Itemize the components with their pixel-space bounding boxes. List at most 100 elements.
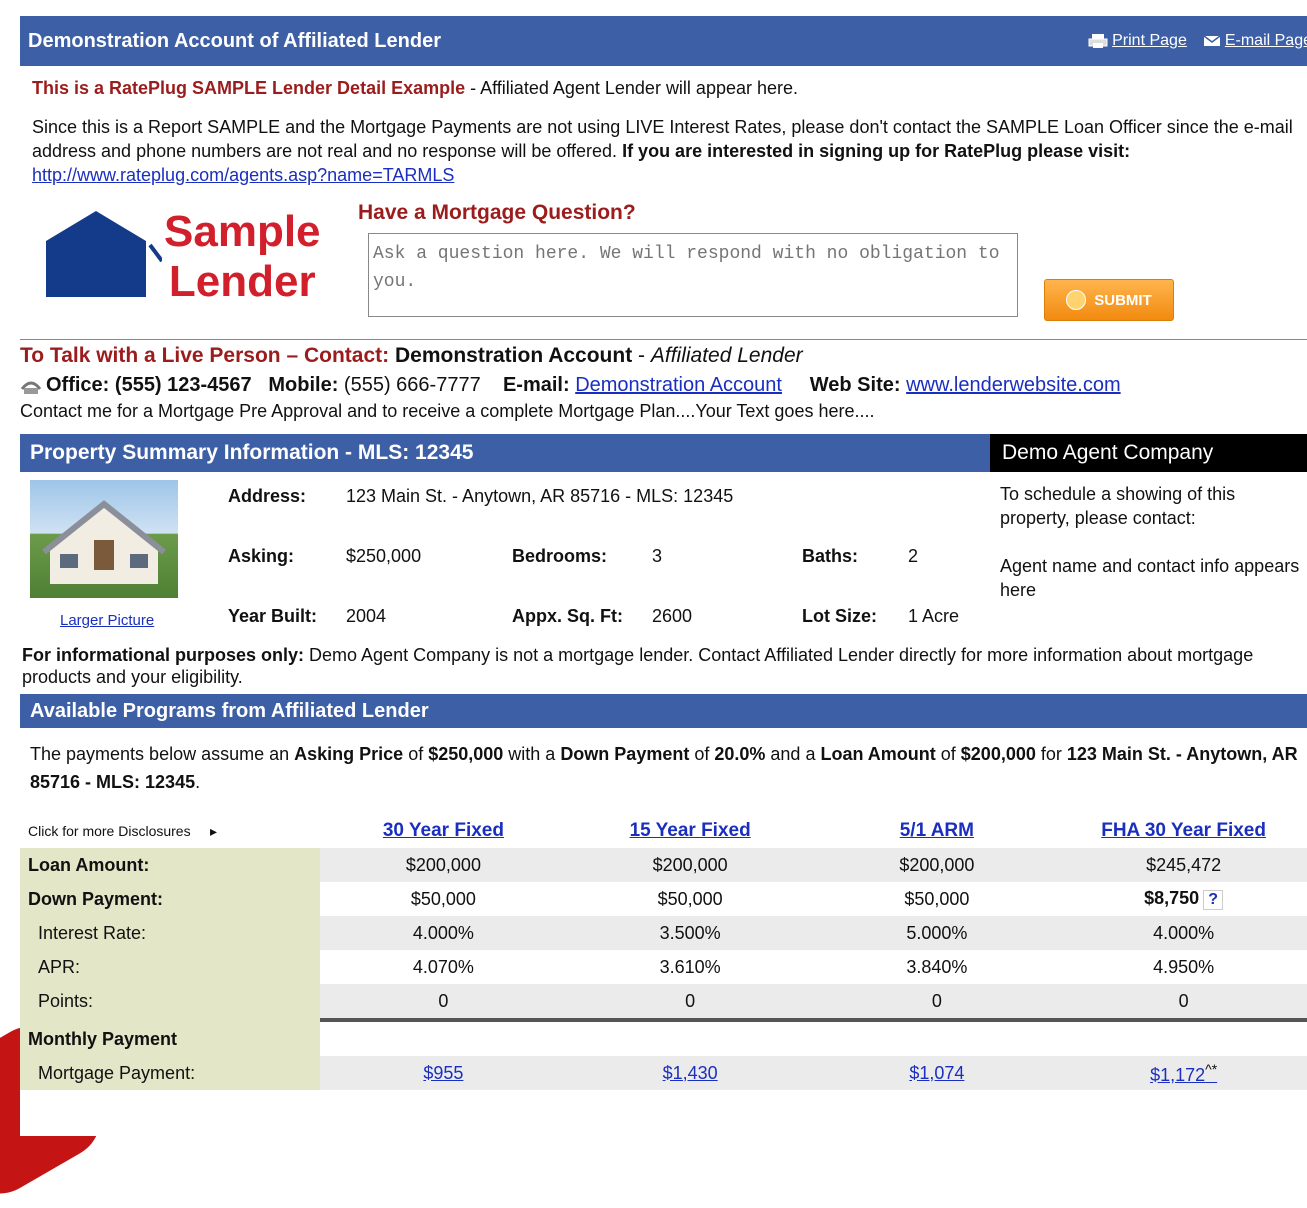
asking-value: $250,000 [346, 546, 422, 566]
email-label: E-mail: [502, 374, 570, 396]
talk-label: To Talk with a Live Person – Contact: [20, 344, 390, 367]
fha-down-payment: $8,750 [1144, 888, 1200, 908]
printer-icon [1088, 33, 1108, 48]
property-photo[interactable] [30, 480, 178, 598]
divider [20, 339, 1307, 340]
table-cell: 3.840% [813, 950, 1061, 984]
larger-picture-link[interactable]: Larger Picture [60, 612, 154, 629]
table-row: Interest Rate: 4.000% 3.500% 5.000% 4.00… [20, 916, 1307, 950]
table-cell: $8,750? [1060, 882, 1307, 916]
bedrooms-value: 3 [652, 546, 663, 566]
row-label: Points: [20, 984, 321, 1018]
submit-label: SUBMIT [1094, 291, 1152, 309]
assume-text-8: . [195, 772, 201, 792]
table-cell [1060, 1022, 1307, 1056]
sample-lead: This is a RatePlug SAMPLE Lender Detail … [32, 78, 466, 98]
table-cell: $1,172^* [1060, 1056, 1307, 1090]
sqft-label: Appx. Sq. Ft: [512, 606, 623, 626]
print-page-label: Print Page [1112, 32, 1187, 49]
talk-line: To Talk with a Live Person – Contact: De… [20, 344, 803, 367]
email-link[interactable]: Demonstration Account [575, 374, 782, 396]
office-phone: (555) 123-4567 [114, 374, 252, 396]
assume-bold-1: Asking Price [294, 744, 404, 764]
table-cell: $200,000 [320, 848, 567, 882]
table-row: Loan Amount: $200,000 $200,000 $200,000 … [20, 848, 1307, 882]
table-cell: $245,472 [1060, 848, 1307, 882]
help-icon[interactable]: ? [1203, 890, 1224, 910]
page-title: Demonstration Account of Affiliated Lend… [28, 29, 441, 52]
column-fha-30-year-fixed[interactable]: FHA 30 Year Fixed [1060, 814, 1307, 848]
baths-value: 2 [908, 546, 919, 566]
table-cell: 0 [813, 984, 1061, 1018]
house-photo-icon [42, 500, 166, 584]
table-row: Monthly Payment [20, 1022, 1307, 1056]
agent-info: Agent name and contact info appears here [1000, 556, 1300, 600]
table-cell: 4.000% [1060, 916, 1307, 950]
office-label: Office: [46, 374, 110, 396]
property-summary-body: Larger Picture Address: 123 Main St. - A… [20, 472, 1307, 644]
assume-text-5: and a [765, 744, 821, 764]
disclosures-link[interactable]: Click for more Disclosures ▸ [20, 814, 321, 848]
column-15-year-fixed[interactable]: 15 Year Fixed [566, 814, 814, 848]
table-cell: $50,000 [566, 882, 814, 916]
page-actions: Print Page E-mail Page [1088, 32, 1307, 50]
lender-header-bar: Demonstration Account of Affiliated Lend… [20, 16, 1307, 66]
table-cell: 4.070% [320, 950, 567, 984]
row-label: Loan Amount: [20, 848, 321, 882]
email-page-link[interactable]: E-mail Page [1203, 32, 1307, 50]
year-built-value: 2004 [346, 606, 387, 626]
assume-text-7: for [1035, 744, 1067, 764]
assume-bold-5: Loan Amount [820, 744, 936, 764]
asking-label: Asking: [228, 546, 295, 566]
table-cell: 0 [320, 984, 567, 1018]
signup-link[interactable]: http://www.rateplug.com/agents.asp?name=… [32, 165, 454, 185]
column-30-year-fixed[interactable]: 30 Year Fixed [320, 814, 567, 848]
contact-company: Affiliated Lender [650, 344, 803, 367]
payment-link[interactable]: $955 [320, 1056, 567, 1090]
assume-bold-4: 20.0% [714, 744, 766, 764]
assumption-text: The payments below assume an Asking Pric… [20, 740, 1307, 796]
arrow-right-icon: ▸ [210, 822, 218, 839]
email-page-label: E-mail Page [1224, 32, 1307, 49]
table-header-row: Click for more Disclosures ▸ 30 Year Fix… [20, 814, 1307, 848]
submit-button[interactable]: SUBMIT [1044, 279, 1174, 321]
agent-company-title: Demo Agent Company [990, 434, 1307, 472]
assume-text-3: with a [503, 744, 561, 764]
assume-bold-2: $250,000 [428, 744, 504, 764]
table-cell: $50,000 [320, 882, 567, 916]
sample-rest: - Affiliated Agent Lender will appear he… [465, 78, 799, 98]
contact-details: Office: (555) 123-4567 Mobile: (555) 666… [20, 374, 1307, 397]
table-row: APR: 4.070% 3.610% 3.840% 4.950% [20, 950, 1307, 984]
sample-notice: Since this is a Report SAMPLE and the Mo… [20, 115, 1307, 187]
property-summary-title: Property Summary Information - MLS: 1234… [20, 434, 990, 472]
table-row: Down Payment: $50,000 $50,000 $50,000 $8… [20, 882, 1307, 916]
assume-text-1: The payments below assume an [30, 744, 295, 764]
assume-text-2: of [403, 744, 429, 764]
payment-link[interactable]: $1,074 [813, 1056, 1061, 1090]
assume-bold-3: Down Payment [560, 744, 690, 764]
year-built-label: Year Built: [228, 606, 318, 626]
row-label: Interest Rate: [20, 916, 321, 950]
lot-size-label: Lot Size: [802, 606, 877, 626]
table-cell: 0 [566, 984, 814, 1018]
property-summary-bar: Property Summary Information - MLS: 1234… [20, 434, 1307, 472]
mobile-label: Mobile: [268, 374, 339, 396]
disclosures-label: Click for more Disclosures [28, 822, 191, 839]
payment-link[interactable]: $1,430 [566, 1056, 814, 1090]
contact-section: To Talk with a Live Person – Contact: De… [20, 344, 1307, 422]
table-cell: $50,000 [813, 882, 1061, 916]
print-page-link[interactable]: Print Page [1088, 32, 1187, 50]
column-5-1-arm[interactable]: 5/1 ARM [813, 814, 1061, 848]
phone-icon [20, 381, 42, 394]
address-value: 123 Main St. - Anytown, AR 85716 - MLS: … [346, 486, 734, 506]
baths-label: Baths: [802, 546, 859, 566]
question-row: Sample Lender Have a Mortgage Question? … [20, 199, 1307, 321]
payment-link[interactable]: $1,172 [1150, 1065, 1205, 1085]
question-input[interactable] [368, 233, 1018, 317]
house-logo-icon [46, 211, 162, 297]
website-label: Web Site: [809, 374, 901, 396]
website-link[interactable]: www.lenderwebsite.com [906, 374, 1121, 396]
row-label: Down Payment: [20, 882, 321, 916]
row-label: Mortgage Payment: [20, 1056, 321, 1090]
schedule-text: To schedule a showing of this property, … [1000, 484, 1236, 528]
